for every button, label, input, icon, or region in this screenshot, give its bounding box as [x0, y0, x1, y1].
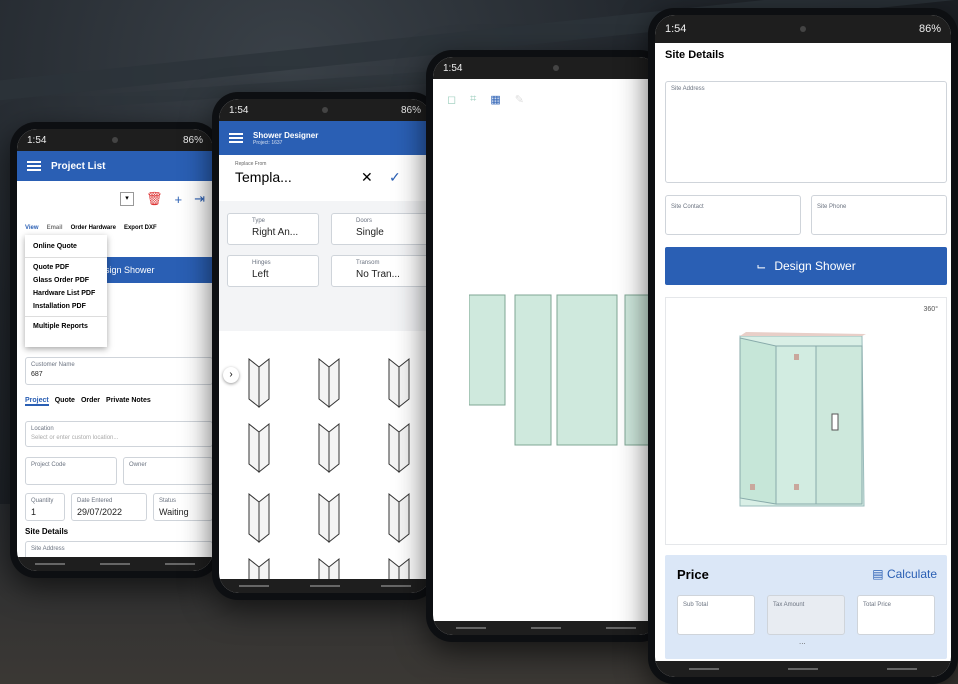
sub-total-field[interactable]: Sub Total: [677, 595, 755, 635]
phone-site-details: 1:54 86% Site Details Site Address Site C…: [648, 8, 958, 684]
tab-private-notes[interactable]: Private Notes: [106, 397, 151, 406]
design-shower-button[interactable]: ⌙ Design Shower: [665, 247, 947, 285]
status-time: 1:54: [27, 134, 47, 146]
site-details-heading: Site Details: [25, 527, 69, 536]
ruler-icon[interactable]: ✎: [515, 93, 524, 106]
menu-icon[interactable]: [229, 133, 243, 143]
menu-installation-pdf[interactable]: Installation PDF: [25, 300, 107, 313]
order-hardware[interactable]: Order Hardware: [71, 225, 116, 231]
menu-quote-pdf[interactable]: Quote PDF: [25, 261, 107, 274]
price-panel: Price ▤ Calculate Sub Total Tax Amount T…: [665, 555, 947, 659]
replace-from-select[interactable]: Templa...: [235, 169, 292, 185]
page-title: Project List: [51, 160, 106, 172]
calculator-icon: ▤: [872, 567, 884, 581]
phone-layout-view: 1:54 ◻ ⌗ ▦ ✎: [426, 50, 666, 642]
tax-amount-field[interactable]: Tax Amount: [767, 595, 845, 635]
site-phone-field[interactable]: Site Phone: [811, 195, 947, 235]
hinges-select[interactable]: Hinges Left: [227, 255, 319, 287]
price-heading: Price: [677, 567, 709, 582]
design-shower-button[interactable]: sign Shower: [101, 257, 213, 283]
phone-project-list: 1:54 86% Project List ▾ 🗑 + ⇥ View Email …: [10, 122, 220, 578]
calculate-button[interactable]: ▤ Calculate: [872, 567, 937, 581]
transom-select[interactable]: Transom No Tran...: [331, 255, 431, 287]
owner-field[interactable]: Owner: [123, 457, 213, 485]
expand-chevron-icon[interactable]: ›: [223, 367, 239, 383]
table-icon[interactable]: ▦: [490, 93, 500, 106]
panel-layout-drawing: [469, 294, 659, 446]
view-dropdown-menu: Online Quote Quote PDF Glass Order PDF H…: [25, 235, 107, 347]
site-details-heading: Site Details: [665, 49, 725, 61]
menu-online-quote[interactable]: Online Quote: [25, 239, 107, 254]
location-field[interactable]: Location Select or enter custom location.…: [25, 421, 213, 447]
tools-icon[interactable]: ✕: [361, 169, 373, 186]
site-address-field[interactable]: Site Address: [665, 81, 947, 183]
shower-3d-preview: 360°: [665, 297, 947, 545]
frame-icon[interactable]: ⌗: [470, 93, 476, 106]
export-dxf[interactable]: Export DXF: [124, 225, 157, 231]
delete-icon[interactable]: 🗑: [146, 191, 163, 207]
email-menu[interactable]: Email: [47, 225, 63, 231]
menu-icon[interactable]: [27, 161, 41, 171]
menu-multiple-reports[interactable]: Multiple Reports: [25, 320, 107, 333]
dropdown-icon[interactable]: ▾: [119, 192, 134, 206]
total-price-field[interactable]: Total Price: [857, 595, 935, 635]
site-contact-field[interactable]: Site Contact: [665, 195, 801, 235]
template-grid: [239, 349, 419, 593]
menu-hardware-list-pdf[interactable]: Hardware List PDF: [25, 287, 107, 300]
phone-shower-designer: 1:54 86% Shower Designer Project: 1637 Rep…: [212, 92, 438, 600]
date-entered-field[interactable]: Date Entered 29/07/2022: [71, 493, 147, 521]
3d-view-icon[interactable]: ◻: [447, 93, 456, 106]
status-field[interactable]: Status Waiting: [153, 493, 213, 521]
menu-glass-order-pdf[interactable]: Glass Order PDF: [25, 274, 107, 287]
tab-order[interactable]: Order: [81, 397, 100, 406]
rotate-360-icon[interactable]: 360°: [924, 306, 938, 313]
add-icon[interactable]: +: [175, 192, 183, 207]
view-menu[interactable]: View: [25, 225, 39, 231]
project-code-field[interactable]: Project Code: [25, 457, 117, 485]
check-icon[interactable]: ✓: [389, 169, 401, 186]
type-select[interactable]: Type Right An...: [227, 213, 319, 245]
tab-project[interactable]: Project: [25, 397, 49, 406]
tab-quote[interactable]: Quote: [55, 397, 75, 406]
exit-icon[interactable]: ⇥: [194, 191, 205, 207]
shower-icon: ⌙: [756, 259, 767, 273]
page-title: Shower Designer: [253, 130, 319, 140]
quantity-field[interactable]: Quantity 1: [25, 493, 65, 521]
doors-select[interactable]: Doors Single: [331, 213, 431, 245]
customer-name-field[interactable]: Customer Name 687: [25, 357, 213, 385]
